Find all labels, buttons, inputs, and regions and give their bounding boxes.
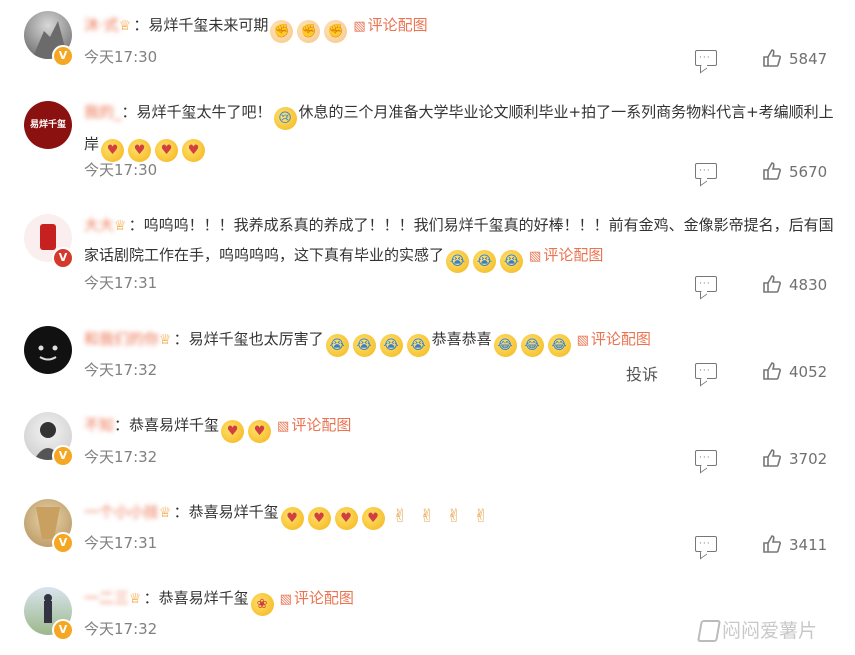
fist-emoji-icon: ✊ [297,20,321,43]
report-button[interactable]: 投诉 [626,361,658,385]
crown-badge-icon: ♕ [118,18,132,34]
comment-actions: ··· 4830 [0,272,855,302]
comment-content: ：易烊千玺也太厉害了 [173,330,324,348]
avatar-text: 易烊千玺 [29,120,66,130]
like-icon[interactable] [762,274,782,294]
cry-emoji-icon: 😭 [500,250,524,273]
comment-text: 不知：恭喜易烊千玺 ♥ ♥ ▧ 评论配图 [84,411,834,443]
cry-emoji-icon: 😭 [325,334,349,357]
love-emoji-icon: ♥ [248,420,272,443]
comment-image-link[interactable]: ▧ 评论配图 [529,246,603,264]
like-count: 3411 [789,536,828,554]
cry-emoji-icon: 😭 [446,250,470,273]
like-count: 5670 [789,163,828,181]
comment-username[interactable]: 不知 [84,416,114,434]
cry-emoji-icon: 😭 [406,334,430,357]
rock-hand-emoji-icon: ✌ [419,506,435,527]
tears-emoji-icon: 😂 [493,334,517,357]
comment-text: 和我们的你♕ ：易烊千玺也太厉害了 😭 😭 😭 😭 恭喜恭喜 😂 😂 😂 ▧ 评论配图 [84,325,834,357]
comment-username[interactable]: 大大 [84,216,114,234]
tears-emoji-icon: 😂 [547,334,571,357]
reply-icon[interactable]: ··· [695,50,717,66]
crown-badge-icon: ♕ [129,591,142,607]
avatar-image-icon [40,224,56,250]
reply-icon[interactable]: ··· [695,450,717,466]
crown-badge-icon: ♕ [114,218,127,234]
cry-emoji-icon: 😭 [379,334,403,357]
cry-emoji-icon: 😭 [352,334,376,357]
comment-text: 我的_：易烊千玺太牛了吧！ 😢 休息的三个月准备大学毕业论文顺利毕业+拍了一系列商务… [84,98,834,162]
tears-emoji-icon: 😂 [520,334,544,357]
rock-hand-emoji-icon: ✌ [446,506,462,527]
like-count: 4830 [789,276,828,294]
reply-icon[interactable]: ··· [695,363,717,379]
comment-image-link[interactable]: ▧ 评论配图 [277,416,351,434]
comment-content: ：易烊千玺太牛了吧！ [121,103,272,121]
love-emoji-icon: ♥ [280,507,304,530]
picture-icon: ▧ [529,249,542,264]
comment-text: 沐·式♕ ：易烊千玺未来可期 ✊ ✊ ✊ ▧ 评论配图 [84,11,834,43]
watermark-logo-icon [697,620,721,642]
like-icon[interactable] [762,48,782,68]
comment-actions: ··· 3411 [0,532,855,562]
comment-time: 今天17:32 [84,620,158,638]
comment-actions: 投诉 ··· 4052 [0,359,855,389]
comment-text: 一个小小技♕ ：恭喜易烊千玺 ♥ ♥ ♥ ♥ ✌ ✌ ✌ ✌ [84,498,834,530]
comment-image-link[interactable]: ▧ 评论配图 [280,589,354,607]
crown-badge-icon: ♕ [159,332,172,348]
like-icon[interactable] [762,361,782,381]
rock-hand-emoji-icon: ✌ [392,506,408,527]
love-emoji-icon: ♥ [307,507,331,530]
fist-emoji-icon: ✊ [324,20,348,43]
like-count: 3702 [789,450,828,468]
verified-badge-icon: V [52,619,74,641]
comment-username[interactable]: 沐·式 [84,16,119,34]
cry-emoji-icon: 😢 [273,107,297,130]
reply-icon[interactable]: ··· [695,276,717,292]
hug-emoji-icon: ❀ [250,593,274,616]
watermark: 闷闷爱薯片 [722,620,818,642]
avatar[interactable]: 易烊千玺 [24,101,72,149]
comment-username[interactable]: 和我们的你 [84,330,159,348]
like-icon[interactable] [762,534,782,554]
like-icon[interactable] [762,161,782,181]
picture-icon: ▧ [279,592,292,607]
comment-image-link[interactable]: ▧ 评论配图 [353,16,427,34]
comment-text: 一二三♕ ：恭喜易烊千玺 ❀ ▧ 评论配图 [84,584,834,616]
comment-username[interactable]: 我的_ [84,103,122,121]
comment-content: 恭喜恭喜 [431,330,492,348]
love-emoji-icon: ♥ [221,420,245,443]
reply-icon[interactable]: ··· [695,163,717,179]
comment-username[interactable]: 一二三 [84,589,129,607]
comment-actions: ··· 5670 [0,159,855,189]
fist-emoji-icon: ✊ [270,20,294,43]
like-count: 4052 [789,363,828,381]
rock-hand-emoji-icon: ✌ [473,506,489,527]
comment-image-link[interactable]: ▧ 评论配图 [577,330,651,348]
reply-icon[interactable]: ··· [695,536,717,552]
comment-username[interactable]: 一个小小技 [84,503,159,521]
like-icon[interactable] [762,448,782,468]
picture-icon: ▧ [277,419,290,434]
love-emoji-icon: ♥ [334,507,358,530]
comment-content: ：恭喜易烊千玺 [114,416,220,434]
picture-icon: ▧ [353,19,366,34]
love-emoji-icon: ♥ [361,507,385,530]
comment-content: ：易烊千玺未来可期 [133,16,269,34]
comment-content: ：恭喜易烊千玺 [173,503,279,521]
cry-emoji-icon: 😭 [473,250,497,273]
crown-badge-icon: ♕ [159,505,172,521]
picture-icon: ▧ [576,333,589,348]
comment-text: 大大♕ ：呜呜呜！！！我养成系真的养成了！！！我们易烊千玺真的好棒！！！前有金鸡、… [84,211,834,273]
comment-content: ：恭喜易烊千玺 [143,589,249,607]
verified-badge-icon: V [52,247,74,269]
comment-actions: ··· 5847 [0,46,855,76]
comment-actions: ··· 3702 [0,446,855,476]
like-count: 5847 [789,50,828,68]
